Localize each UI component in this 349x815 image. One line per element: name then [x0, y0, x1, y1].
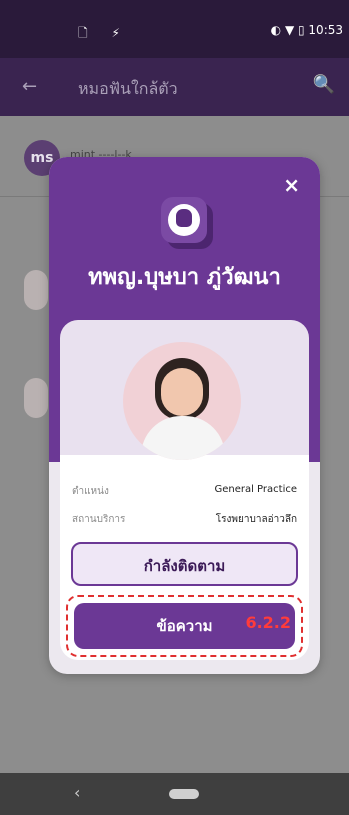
home-indicator[interactable] — [169, 789, 199, 799]
tooth-logo-icon — [161, 197, 207, 243]
doctor-card: ตำแหน่ง General Practice สถานบริการ โรงพ… — [60, 320, 309, 660]
doctor-photo — [123, 342, 241, 460]
nav-bar: ‹ — [0, 773, 349, 815]
app-title: หมอฟันใกล้ตัว — [78, 79, 178, 98]
background-avatar — [24, 378, 48, 418]
following-button[interactable]: กำลังติดตาม — [71, 542, 298, 586]
position-label: ตำแหน่ง — [72, 486, 109, 497]
annotation-label: 6.2.2 — [245, 613, 291, 632]
status-left-icons: 🗋 ⚡ — [78, 26, 130, 40]
background-avatar — [24, 270, 48, 310]
doctor-profile-modal: × ทพญ.บุษบา ภู่วัฒนา ตำแหน่ง General Pra… — [49, 157, 320, 674]
message-button-highlight: ข้อความ 6.2.2 — [66, 595, 303, 657]
info-row-service: สถานบริการ โรงพยาบาลอ่าวลึก — [72, 512, 297, 528]
back-arrow-icon[interactable]: ← — [22, 76, 37, 97]
status-bar: 🗋 ⚡ ◐ ▼ ▯ 10:53 — [0, 0, 349, 58]
service-value: โรงพยาบาลอ่าวลึก — [215, 514, 297, 525]
close-icon[interactable]: × — [283, 173, 300, 197]
nav-back-icon[interactable]: ‹ — [74, 783, 80, 802]
info-row-position: ตำแหน่ง General Practice — [72, 484, 297, 500]
doctor-name: ทพญ.บุษบา ภู่วัฒนา — [88, 265, 281, 290]
tooth-glyph — [176, 209, 192, 227]
photo-coat — [141, 416, 225, 460]
app-bar: ← หมอฟันใกล้ตัว 🔍 — [0, 58, 349, 116]
status-right-text: ◐ ▼ ▯ 10:53 — [270, 23, 343, 37]
photo-face — [161, 368, 203, 416]
service-label: สถานบริการ — [72, 514, 126, 525]
search-icon[interactable]: 🔍 — [313, 74, 335, 95]
position-value: General Practice — [214, 484, 297, 495]
